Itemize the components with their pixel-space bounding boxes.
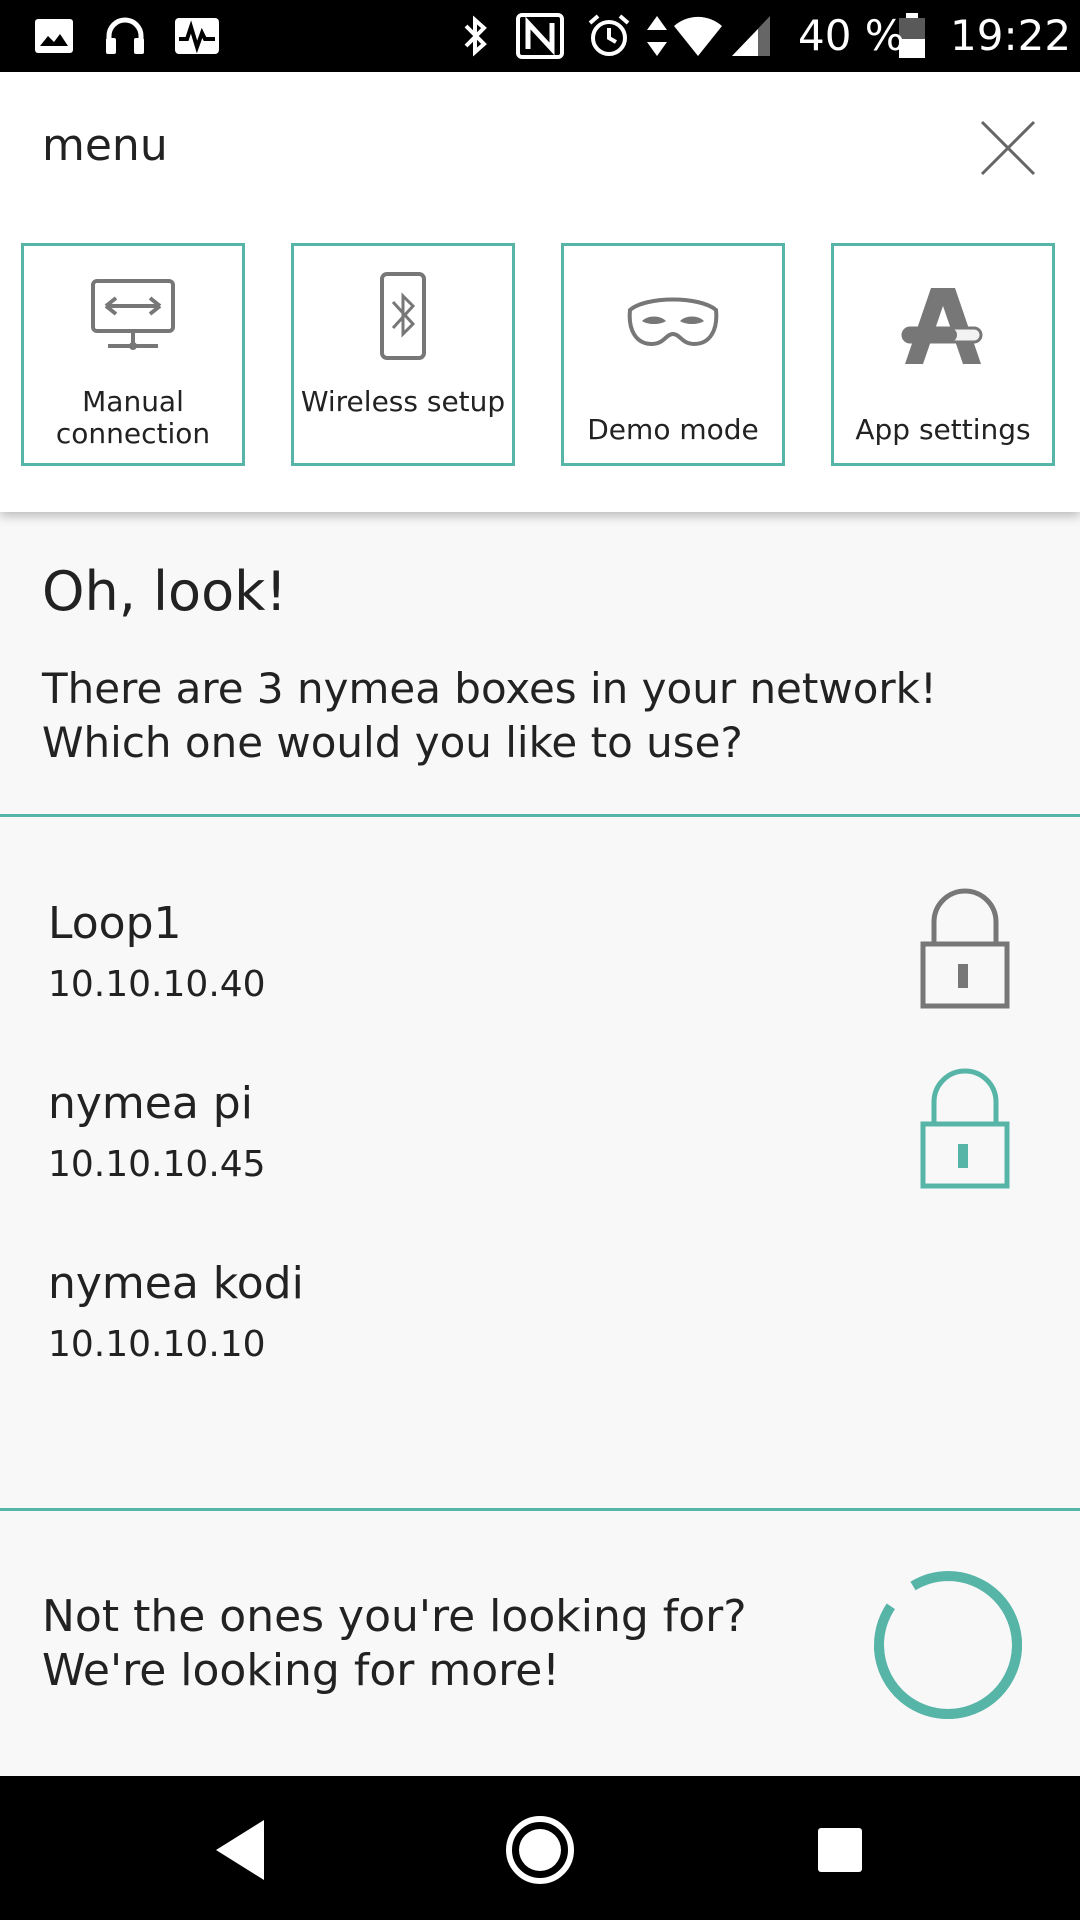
close-icon bbox=[980, 120, 1036, 176]
close-button[interactable] bbox=[976, 116, 1040, 180]
lock-icon bbox=[920, 888, 1010, 1009]
status-bar: 40 % 19:22 bbox=[0, 0, 1080, 72]
activity-icon bbox=[174, 14, 220, 58]
box-ip: 10.10.10.40 bbox=[48, 964, 266, 1005]
box-item-nymea-pi[interactable]: nymea pi 10.10.10.45 bbox=[0, 1068, 1080, 1246]
recents-button[interactable] bbox=[802, 1812, 878, 1888]
intro-question: There are 3 nymea boxes in your network!… bbox=[42, 664, 937, 767]
loading-spinner-icon bbox=[874, 1571, 1022, 1719]
manual-connection-button[interactable]: Manual connection bbox=[21, 243, 245, 466]
searching-message: Not the ones you're looking for? We're l… bbox=[42, 1591, 747, 1696]
bottom-divider bbox=[0, 1508, 1080, 1511]
app-settings-icon bbox=[834, 276, 1052, 376]
monitor-arrows-icon bbox=[24, 266, 242, 366]
demo-mode-button[interactable]: Demo mode bbox=[561, 243, 785, 466]
lock-icon bbox=[920, 1068, 1010, 1189]
bluetooth-device-icon bbox=[294, 266, 512, 366]
box-ip: 10.10.10.10 bbox=[48, 1324, 266, 1365]
wireless-setup-button[interactable]: Wireless setup bbox=[291, 243, 515, 466]
menu-panel: menu Manual connection Wireless setup De… bbox=[0, 72, 1080, 512]
page-title: Oh, look! bbox=[42, 560, 288, 623]
demo-mode-label: Demo mode bbox=[587, 413, 759, 446]
home-button[interactable] bbox=[502, 1812, 578, 1888]
clock-text: 19:22 bbox=[950, 11, 1072, 60]
data-arrows-icon bbox=[645, 14, 669, 58]
headphones-icon bbox=[104, 14, 146, 58]
back-button[interactable] bbox=[202, 1812, 278, 1888]
mask-icon bbox=[564, 274, 782, 374]
wifi-icon bbox=[672, 14, 724, 58]
wireless-setup-label: Wireless setup bbox=[300, 385, 506, 418]
box-ip: 10.10.10.45 bbox=[48, 1144, 266, 1185]
menu-title: menu bbox=[42, 120, 168, 171]
home-icon bbox=[506, 1816, 574, 1884]
box-item-nymea-kodi[interactable]: nymea kodi 10.10.10.10 bbox=[0, 1256, 1080, 1426]
top-divider bbox=[0, 814, 1080, 817]
back-icon bbox=[216, 1820, 264, 1880]
alarm-icon bbox=[586, 14, 632, 58]
nfc-icon bbox=[516, 13, 564, 59]
signal-icon bbox=[730, 14, 772, 58]
app-settings-label: App settings bbox=[855, 413, 1031, 446]
box-name: nymea kodi bbox=[48, 1258, 304, 1309]
battery-percent-text: 40 % bbox=[798, 11, 905, 60]
bluetooth-icon bbox=[460, 14, 492, 58]
recents-icon bbox=[818, 1828, 862, 1872]
image-icon bbox=[34, 14, 74, 58]
app-settings-button[interactable]: App settings bbox=[831, 243, 1055, 466]
navigation-bar bbox=[0, 1776, 1080, 1920]
box-name: nymea pi bbox=[48, 1078, 253, 1129]
manual-connection-label: Manual connection bbox=[55, 385, 211, 450]
box-name: Loop1 bbox=[48, 898, 182, 949]
box-item-loop1[interactable]: Loop1 10.10.10.40 bbox=[0, 888, 1080, 1066]
intro-section: Oh, look! There are 3 nymea boxes in you… bbox=[0, 512, 1080, 817]
battery-icon bbox=[898, 13, 926, 58]
